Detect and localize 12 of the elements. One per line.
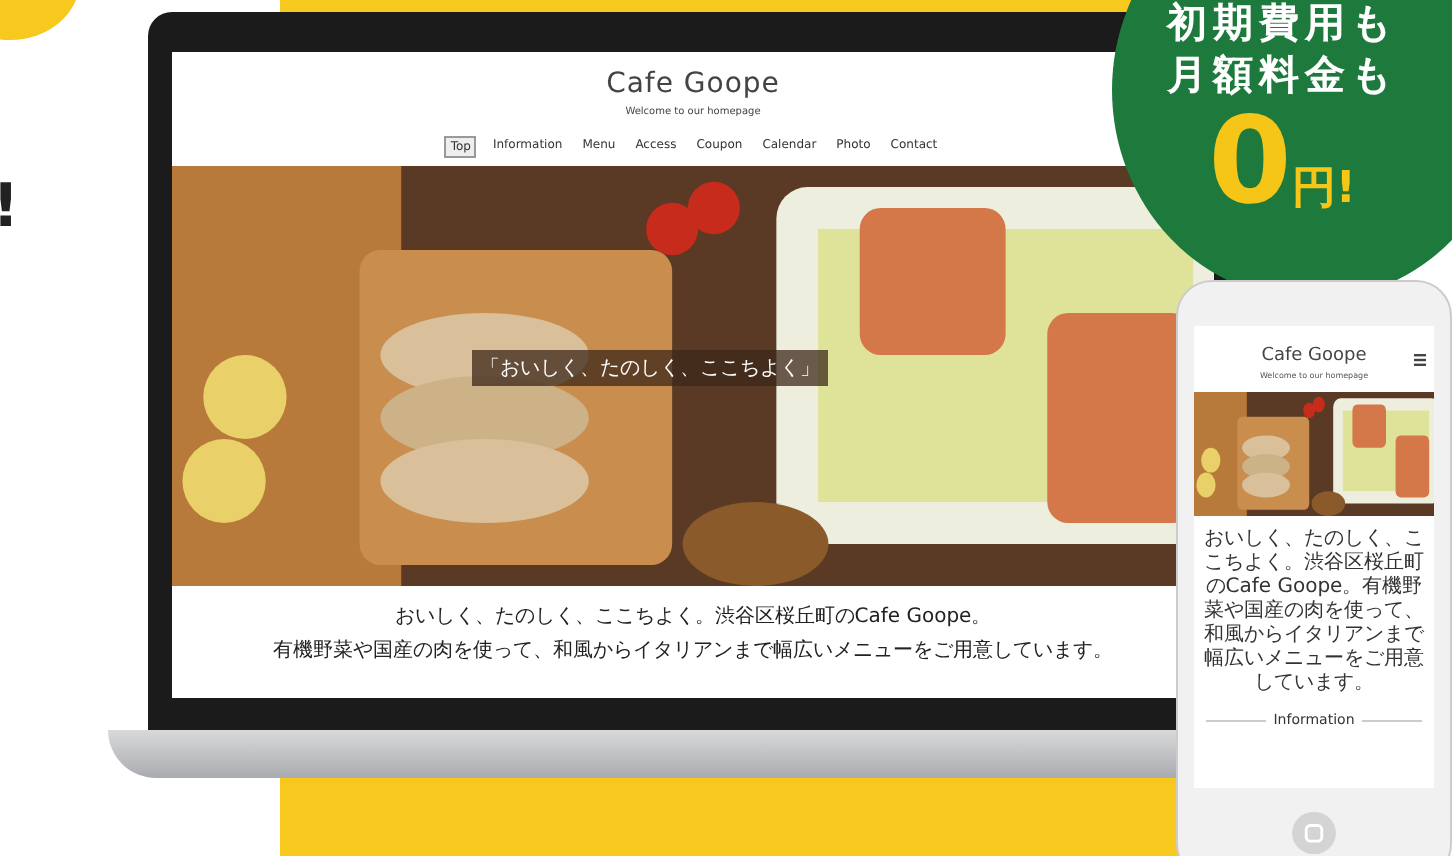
- intro-text: 有機野菜や国産の肉を使って、和風からイタリアンまで幅広いメニューをご用意しています。: [273, 637, 1113, 664]
- site-title: Cafe Goope: [1261, 346, 1367, 366]
- menu-icon[interactable]: [1414, 354, 1426, 366]
- badge-text: 初期費用も: [1167, 0, 1397, 48]
- hero-caption: 「おいしく、たのしく、ここちよく」: [472, 350, 828, 386]
- price-unit: 円!: [1291, 162, 1356, 218]
- intro-text: おいしく、たのしく、ここちよく。渋谷区桜丘町のCafe Goope。有機野菜や国産の肉を使って、和風からイタリアンまで幅広いメニューをご用意しています。: [1202, 526, 1426, 696]
- price-number: 0: [1208, 100, 1292, 224]
- site-title: Cafe Goope: [606, 68, 780, 100]
- badge-text: 月額料金も: [1167, 48, 1397, 100]
- intro-text: おいしく、たのしく、ここちよく。渋谷区桜丘町のCafe Goope。: [394, 603, 992, 630]
- side-text: !: [0, 172, 20, 242]
